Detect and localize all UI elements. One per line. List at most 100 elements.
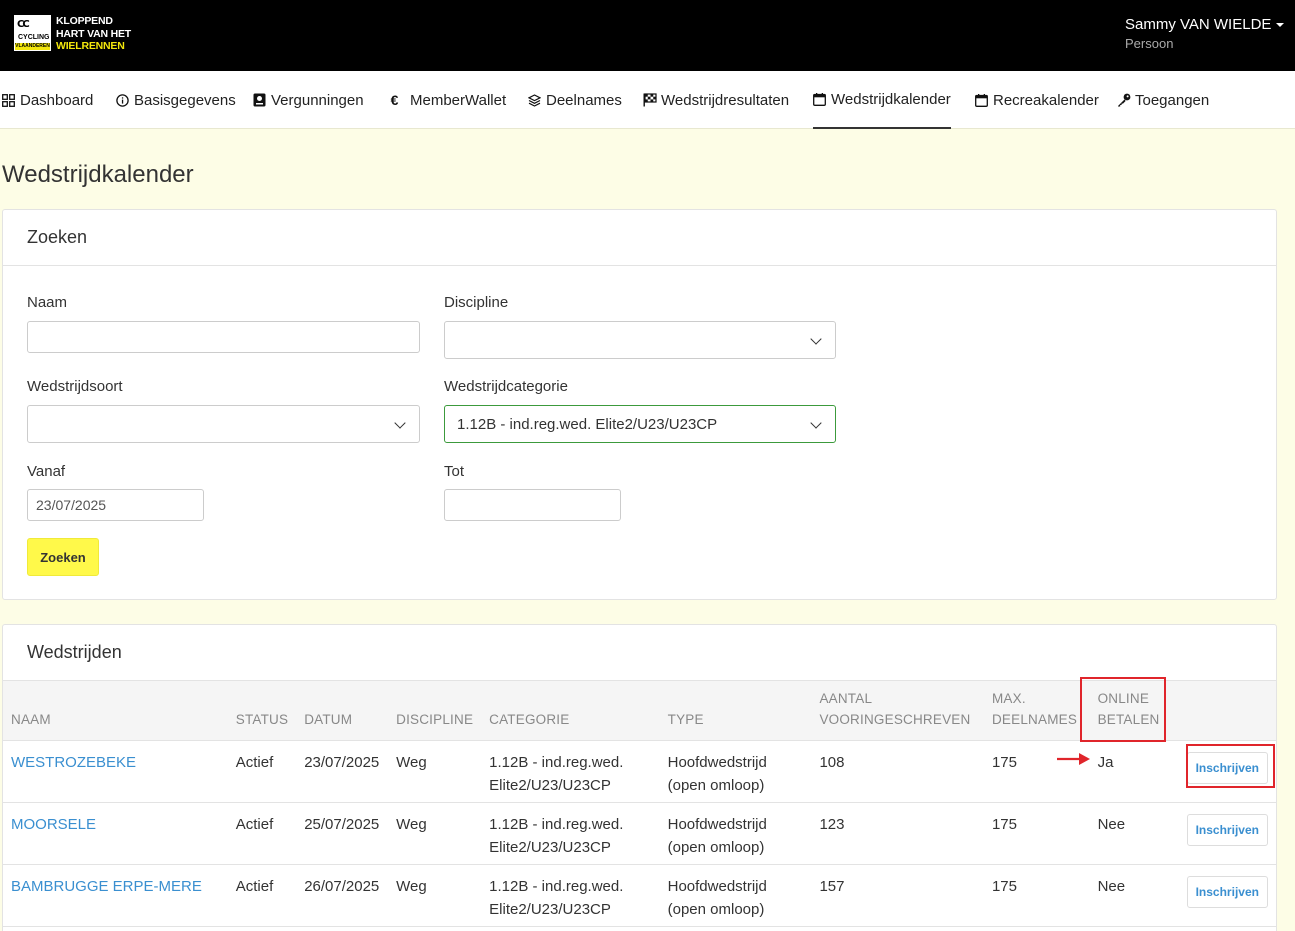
- calendar-icon: [975, 93, 988, 107]
- race-type: Hoofdwedstrijd (open omloop): [659, 802, 812, 865]
- zoeken-button[interactable]: Zoeken: [27, 538, 99, 576]
- race-online-payment: Nee: [1089, 802, 1179, 865]
- col-discipline[interactable]: DISCIPLINE: [388, 681, 482, 741]
- table-row: MOORSELE Actief 25/07/2025 Weg 1.12B - i…: [3, 802, 1276, 865]
- logo[interactable]: CC CYCLING VLAANDEREN KLOPPEND HART VAN …: [14, 15, 131, 53]
- annotation-highlight-online-betalen: [1080, 677, 1166, 742]
- nav-label: Wedstrijdkalender: [831, 90, 951, 108]
- race-category: 1.12B - ind.reg.wed. Elite2/U23/U23CP: [481, 864, 660, 927]
- nav-label: MemberWallet: [410, 91, 507, 109]
- vanaf-date-input[interactable]: 23/07/2025: [27, 489, 204, 521]
- race-date: 26/07/2025: [296, 864, 389, 927]
- race-name-link[interactable]: BAMBRUGGE ERPE-MERE: [11, 878, 202, 895]
- nav-item-dashboard[interactable]: Dashboard: [2, 71, 93, 129]
- wedstrijdcategorie-label: Wedstrijdcategorie: [444, 378, 568, 395]
- race-status: Actief: [227, 864, 297, 927]
- col-line: DEELNAMES: [991, 711, 1078, 727]
- vanaf-label: Vanaf: [27, 463, 66, 480]
- col-line: AANTAL: [819, 690, 873, 706]
- naam-input[interactable]: [27, 321, 420, 353]
- type-line: Hoofdwedstrijd: [667, 815, 767, 833]
- caret-down-icon: [1276, 23, 1285, 28]
- nav-item-deelnames[interactable]: Deelnames: [528, 71, 622, 129]
- col-categorie[interactable]: CATEGORIE: [481, 681, 660, 741]
- race-status: Actief: [227, 802, 297, 865]
- nav-item-wedstrijdresultaten[interactable]: Wedstrijdresultaten: [643, 71, 789, 129]
- main-nav: Dashboard Basisgegevens Vergunningen € M…: [0, 71, 1295, 129]
- col-naam[interactable]: NAAM: [3, 681, 228, 741]
- race-online-payment: Ja: [1089, 740, 1179, 803]
- nav-item-vergunningen[interactable]: Vergunningen: [253, 71, 364, 129]
- key-icon: [1118, 93, 1131, 107]
- category-line: 1.12B - ind.reg.wed.: [489, 753, 624, 771]
- inschrijven-button[interactable]: Inschrijven: [1186, 813, 1268, 846]
- col-aantal-vooringeschreven[interactable]: AANTAL VOORINGESCHREVEN: [811, 681, 984, 741]
- annotation-highlight-inschrijven: [1186, 744, 1275, 788]
- naam-label: Naam: [27, 294, 68, 311]
- wedstrijdcategorie-select[interactable]: 1.12B - ind.reg.wed. Elite2/U23/U23CP: [444, 405, 836, 443]
- race-status: Actief: [227, 740, 297, 803]
- nav-label: Vergunningen: [271, 91, 364, 109]
- layers-icon: [528, 93, 541, 107]
- checkered-flag-icon: [643, 93, 657, 107]
- user-menu[interactable]: Sammy VAN WIELDE Persoon: [1125, 16, 1285, 51]
- race-max-participants: 175: [983, 802, 1090, 865]
- race-category: 1.12B - ind.reg.wed. Elite2/U23/U23CP: [481, 740, 660, 803]
- nav-item-memberwallet[interactable]: € MemberWallet: [388, 71, 507, 129]
- logo-text: KLOPPEND HART VAN HET WIELRENNEN: [56, 15, 131, 53]
- nav-label: Toegangen: [1135, 91, 1210, 109]
- user-name-text: Sammy VAN WIELDE: [1125, 16, 1272, 33]
- nav-label: Recreakalender: [993, 91, 1099, 109]
- race-name-link[interactable]: WESTROZEBEKE: [11, 754, 136, 771]
- type-line: (open omloop): [667, 838, 765, 856]
- race-category: 1.12B - ind.reg.wed. Elite2/U23/U23CP: [481, 802, 660, 865]
- chevron-down-icon: [810, 417, 822, 429]
- race-max-participants: 175: [983, 740, 1090, 803]
- nav-item-recreakalender[interactable]: Recreakalender: [975, 71, 1099, 129]
- nav-label: Basisgegevens: [134, 91, 236, 109]
- results-card: Wedstrijden NAAM STATUS DATUM DISCIPLINE…: [2, 624, 1277, 931]
- wedstrijdsoort-label: Wedstrijdsoort: [27, 378, 123, 395]
- col-max-deelnames[interactable]: MAX. DEELNAMES: [983, 681, 1090, 741]
- user-name[interactable]: Sammy VAN WIELDE: [1125, 16, 1285, 33]
- race-registered-count: 123: [811, 802, 984, 865]
- discipline-select[interactable]: [444, 321, 836, 359]
- race-online-payment: Nee: [1089, 864, 1179, 927]
- race-type: Hoofdwedstrijd (open omloop): [659, 864, 812, 927]
- cycling-vlaanderen-badge: CC CYCLING VLAANDEREN: [14, 15, 51, 51]
- license-icon: [253, 93, 266, 107]
- tot-date-input[interactable]: [444, 489, 621, 521]
- user-role: Persoon: [1125, 36, 1174, 51]
- info-icon: [116, 93, 129, 107]
- race-name-link[interactable]: MOORSELE: [11, 816, 96, 833]
- category-line: Elite2/U23/U23CP: [489, 776, 611, 794]
- nav-item-toegangen[interactable]: Toegangen: [1117, 71, 1209, 129]
- badge-mid-text: CYCLING: [18, 34, 50, 41]
- race-registered-count: 108: [811, 740, 984, 803]
- search-card: Zoeken Naam Discipline Wedstrijdsoort We…: [2, 209, 1277, 600]
- logo-line-1: KLOPPEND: [56, 15, 113, 27]
- search-card-title: Zoeken: [3, 210, 1276, 266]
- type-line: (open omloop): [667, 900, 765, 918]
- race-date: 25/07/2025: [296, 802, 389, 865]
- col-status[interactable]: STATUS: [227, 681, 297, 741]
- race-discipline: Weg: [388, 740, 482, 803]
- category-line: 1.12B - ind.reg.wed.: [489, 877, 624, 895]
- badge-bottom-text: VLAANDEREN: [15, 43, 50, 50]
- nav-label: Wedstrijdresultaten: [661, 91, 790, 109]
- chevron-down-icon: [394, 417, 406, 429]
- col-type[interactable]: TYPE: [659, 681, 812, 741]
- discipline-label: Discipline: [444, 294, 509, 311]
- col-datum[interactable]: DATUM: [296, 681, 389, 741]
- category-line: 1.12B - ind.reg.wed.: [489, 815, 624, 833]
- nav-item-basisgegevens[interactable]: Basisgegevens: [116, 71, 236, 129]
- wedstrijdsoort-select[interactable]: [27, 405, 420, 443]
- nav-item-wedstrijdkalender[interactable]: Wedstrijdkalender: [813, 71, 951, 129]
- col-actions: [1178, 681, 1276, 741]
- page-title: Wedstrijdkalender: [2, 161, 194, 188]
- inschrijven-button[interactable]: Inschrijven: [1186, 875, 1268, 908]
- tot-label: Tot: [444, 463, 465, 480]
- annotation-arrow-icon: [1057, 753, 1090, 765]
- logo-line-3: WIELRENNEN: [56, 40, 125, 52]
- race-discipline: Weg: [388, 864, 482, 927]
